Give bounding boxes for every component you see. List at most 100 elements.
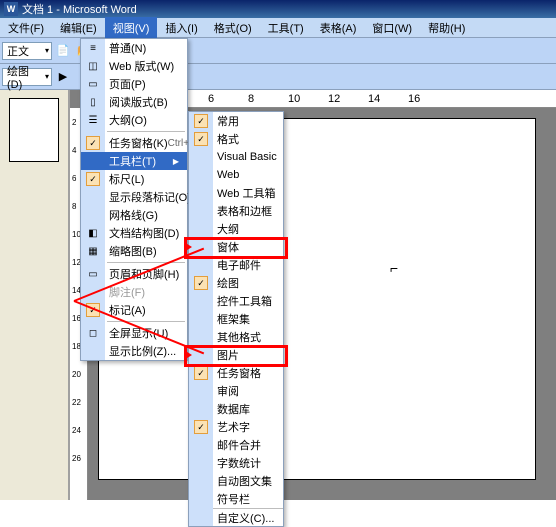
- item-label: 表格和边框: [217, 203, 272, 219]
- item-icon: ▭: [86, 267, 100, 281]
- item-icon: ▭: [86, 77, 100, 91]
- menu-item-7[interactable]: 窗体: [189, 238, 283, 256]
- check-icon: ✓: [194, 276, 208, 290]
- view-menu-dropdown: ≡普通(N) ◫ Web 版式(W) ▭ 页面(P) ▯ 阅读版式(B) ☰ 大纲(O) ✓ 任务窗…: [80, 38, 188, 361]
- item-label: Web 版式(W): [109, 58, 174, 74]
- item-label: 网格线(G): [109, 207, 158, 223]
- item-label: 艺术字: [217, 419, 250, 435]
- submenu-arrow-icon: ▶: [173, 157, 179, 166]
- item-label: 审阅: [217, 383, 239, 399]
- menu-item-13[interactable]: 图片: [189, 346, 283, 364]
- menu-item-9[interactable]: 显示段落标记(O): [81, 188, 187, 206]
- window-title: 文档 1 - Microsoft Word: [22, 1, 137, 17]
- menu-item-6[interactable]: ✓任务窗格(K)Ctrl+F1: [81, 134, 187, 152]
- style-combo[interactable]: 正文: [2, 42, 52, 60]
- menu-item-0[interactable]: ≡普通(N): [81, 39, 187, 57]
- item-icon: ◫: [86, 59, 100, 73]
- menu-item-10[interactable]: 网格线(G): [81, 206, 187, 224]
- menu-item-6[interactable]: 大纲: [189, 220, 283, 238]
- menu-item-9[interactable]: ✓绘图: [189, 274, 283, 292]
- item-label: 文档结构图(D): [109, 225, 179, 241]
- menu-item-14[interactable]: ▭页眉和页脚(H): [81, 265, 187, 283]
- menu-item-11[interactable]: ◧ 文档结构图(D): [81, 224, 187, 242]
- item-label: 格式: [217, 131, 239, 147]
- word-icon: W: [4, 2, 18, 16]
- menu-3[interactable]: 插入(I): [157, 17, 205, 39]
- item-label: 自动图文集: [217, 473, 272, 489]
- menu-4[interactable]: 格式(O): [206, 17, 260, 39]
- item-label: 常用: [217, 113, 239, 129]
- item-label: 大纲: [217, 221, 239, 237]
- menu-item-2[interactable]: Visual Basic: [189, 148, 283, 166]
- item-label: Web: [217, 169, 239, 181]
- item-icon: ▦: [86, 244, 100, 258]
- menu-item-18[interactable]: 邮件合并: [189, 436, 283, 454]
- item-label: 字数统计: [217, 455, 261, 471]
- menu-item-16[interactable]: 数据库: [189, 400, 283, 418]
- item-label: 电子邮件: [217, 257, 261, 273]
- check-icon: ✓: [194, 114, 208, 128]
- check-icon: ✓: [86, 136, 100, 150]
- toolbars-submenu: ✓ 常用 ✓ 格式Visual Basic Web Web 工具箱表格和边框大纲窗体电子邮…: [188, 111, 284, 527]
- menu-item-10[interactable]: 控件工具箱: [189, 292, 283, 310]
- menu-item-2[interactable]: ▭ 页面(P): [81, 75, 187, 93]
- menu-item-11[interactable]: 框架集: [189, 310, 283, 328]
- pointer-icon[interactable]: ▶: [53, 67, 73, 87]
- menu-2[interactable]: 视图(V): [105, 17, 158, 39]
- menu-8[interactable]: 帮助(H): [420, 17, 473, 39]
- menu-item-8[interactable]: 电子邮件: [189, 256, 283, 274]
- draw-combo[interactable]: 绘图(D): [2, 68, 52, 86]
- menu-item-0[interactable]: ✓ 常用: [189, 112, 283, 130]
- new-doc-icon[interactable]: 📄: [53, 41, 73, 61]
- title-bar: W 文档 1 - Microsoft Word: [0, 0, 556, 18]
- item-label: 任务窗格(K): [109, 135, 168, 151]
- menu-item-21[interactable]: 符号栏: [189, 490, 283, 508]
- menu-0[interactable]: 文件(F): [0, 17, 52, 39]
- item-label: 阅读版式(B): [109, 94, 168, 110]
- menu-item-15[interactable]: 审阅: [189, 382, 283, 400]
- menu-item-19[interactable]: 字数统计: [189, 454, 283, 472]
- menu-item-19[interactable]: 显示比例(Z)...: [81, 342, 187, 360]
- menu-5[interactable]: 工具(T): [260, 17, 312, 39]
- menu-item-20[interactable]: 自动图文集: [189, 472, 283, 490]
- thumbnail-pane: [0, 90, 70, 500]
- check-icon: ✓: [86, 303, 100, 317]
- check-icon: ✓: [194, 132, 208, 146]
- menu-bar: 文件(F)编辑(E)视图(V)插入(I)格式(O)工具(T)表格(A)窗口(W)…: [0, 18, 556, 38]
- item-label: 符号栏: [217, 491, 250, 507]
- menu-item-1[interactable]: ◫ Web 版式(W): [81, 57, 187, 75]
- menu-item-8[interactable]: ✓标尺(L): [81, 170, 187, 188]
- item-icon: ☰: [86, 113, 100, 127]
- check-icon: ✓: [194, 366, 208, 380]
- menu-item-17[interactable]: ✓艺术字: [189, 418, 283, 436]
- item-label: 数据库: [217, 401, 250, 417]
- menu-item-4[interactable]: ☰ 大纲(O): [81, 111, 187, 129]
- menu-item-7[interactable]: 工具栏(T) ▶: [81, 152, 187, 170]
- item-label: 页面(P): [109, 76, 146, 92]
- item-label: 标记(A): [109, 302, 146, 318]
- menu-7[interactable]: 窗口(W): [364, 17, 420, 39]
- item-icon: ≡: [86, 41, 100, 55]
- item-label: 缩略图(B): [109, 243, 157, 259]
- page-thumbnail[interactable]: [9, 98, 59, 162]
- item-icon: ◧: [86, 226, 100, 240]
- menu-item-15[interactable]: 脚注(F): [81, 283, 187, 301]
- menu-item-4[interactable]: Web 工具箱: [189, 184, 283, 202]
- menu-item-14[interactable]: ✓任务窗格: [189, 364, 283, 382]
- menu-6[interactable]: 表格(A): [312, 17, 365, 39]
- menu-item-16[interactable]: ✓ 标记(A): [81, 301, 187, 319]
- menu-item-12[interactable]: 其他格式: [189, 328, 283, 346]
- menu-item-18[interactable]: ◻全屏显示(U): [81, 324, 187, 342]
- menu-1[interactable]: 编辑(E): [52, 17, 105, 39]
- item-icon: ◻: [86, 326, 100, 340]
- menu-item-3[interactable]: ▯ 阅读版式(B): [81, 93, 187, 111]
- item-label: 大纲(O): [109, 112, 147, 128]
- item-label: 工具栏(T): [109, 153, 156, 169]
- menu-item-3[interactable]: Web: [189, 166, 283, 184]
- check-icon: ✓: [86, 172, 100, 186]
- menu-item-5[interactable]: 表格和边框: [189, 202, 283, 220]
- item-icon: ▯: [86, 95, 100, 109]
- menu-item-1[interactable]: ✓ 格式: [189, 130, 283, 148]
- menu-item-12[interactable]: ▦ 缩略图(B): [81, 242, 187, 260]
- item-label: 显示比例(Z)...: [109, 343, 176, 359]
